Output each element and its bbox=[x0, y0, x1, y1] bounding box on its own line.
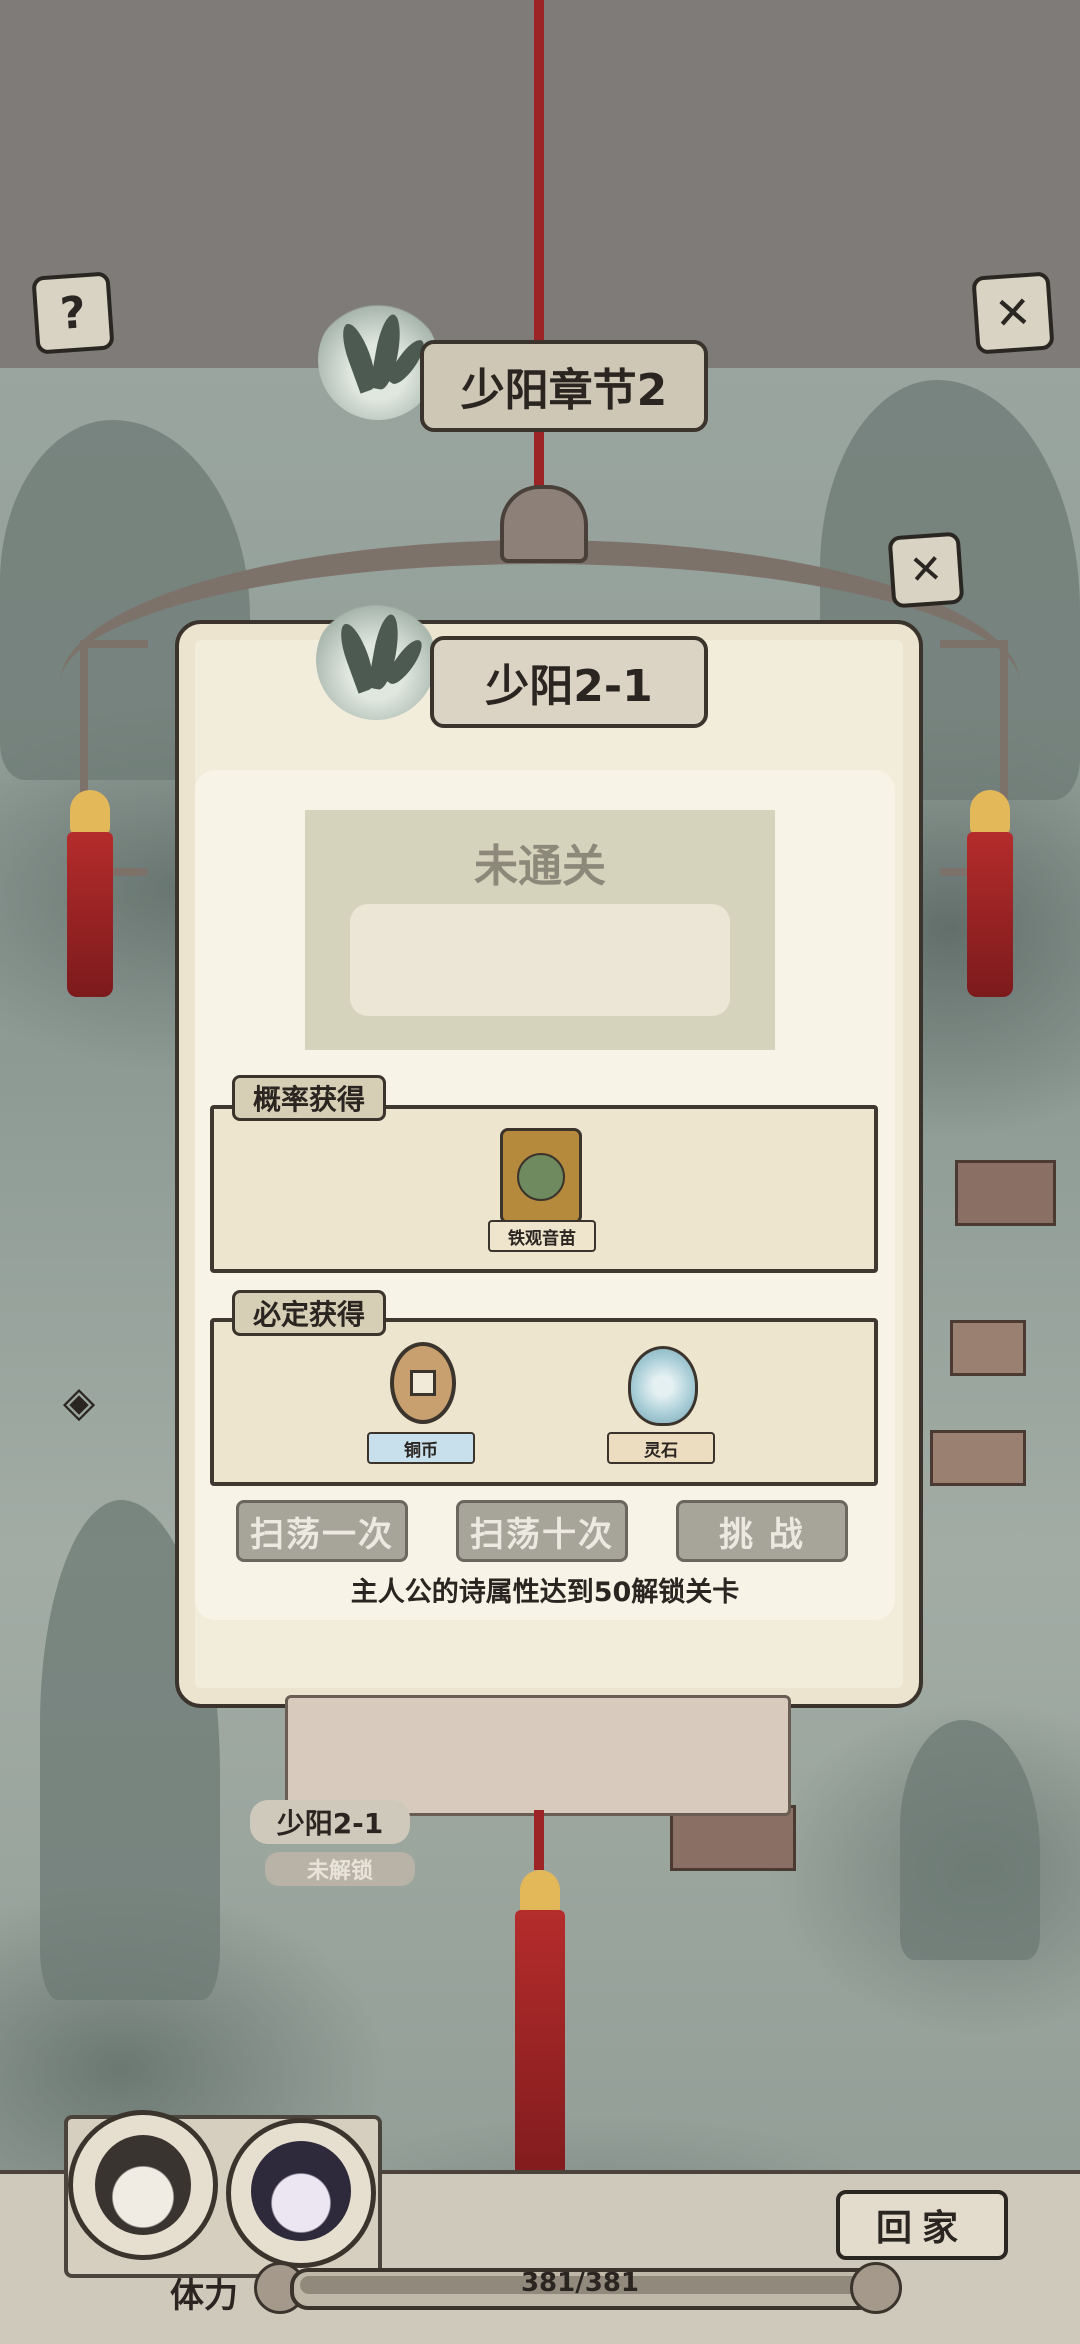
tassel-right bbox=[967, 832, 1013, 997]
left-arrow-icon[interactable]: ◈ bbox=[38, 1375, 120, 1427]
house-icon[interactable] bbox=[955, 1160, 1056, 1226]
guaranteed-rewards-label: 必定获得 bbox=[232, 1290, 387, 1336]
sweep-once-button[interactable]: 扫荡一次 bbox=[236, 1500, 408, 1562]
avatar-hero-male[interactable] bbox=[68, 2110, 218, 2260]
stamina-value: 381/381 bbox=[520, 2268, 640, 2298]
hanging-rope bbox=[534, 0, 544, 520]
challenge-button[interactable]: 挑 战 bbox=[676, 1500, 848, 1562]
help-button[interactable]: ? bbox=[31, 271, 115, 355]
tassel-bottom bbox=[515, 1910, 565, 2200]
stamina-label: 体力 bbox=[170, 2276, 238, 2316]
question-icon: ? bbox=[58, 286, 88, 340]
map-stage-label[interactable]: 少阳2-1 bbox=[250, 1800, 410, 1844]
avatar-hero-female[interactable] bbox=[226, 2118, 376, 2268]
home-button[interactable]: 回家 bbox=[836, 2190, 1008, 2260]
tea-seedling-icon[interactable] bbox=[500, 1128, 582, 1224]
reward-item-name: 铜币 bbox=[367, 1432, 475, 1464]
chance-rewards-label: 概率获得 bbox=[232, 1075, 387, 1121]
close-map-button[interactable]: ✕ bbox=[971, 271, 1055, 355]
map-stage-status: 未解锁 bbox=[265, 1852, 415, 1886]
hut-icon[interactable] bbox=[950, 1320, 1026, 1376]
bamboo-emblem-icon bbox=[316, 600, 436, 720]
tassel-cap bbox=[70, 790, 110, 834]
spirit-stone-icon[interactable] bbox=[628, 1346, 698, 1426]
x-icon: ✕ bbox=[907, 545, 945, 595]
tassel-cap bbox=[970, 790, 1010, 834]
copper-coin-icon[interactable] bbox=[390, 1342, 456, 1424]
unlock-hint: 主人公的诗属性达到50解锁关卡 bbox=[350, 1577, 740, 1608]
dialog-bottom-plate bbox=[285, 1695, 791, 1816]
guaranteed-rewards-box bbox=[210, 1318, 878, 1486]
x-icon: ✕ bbox=[992, 286, 1034, 340]
teapot-icon bbox=[850, 2262, 902, 2314]
reward-item-name: 灵石 bbox=[607, 1432, 715, 1464]
tassel-cap bbox=[520, 1870, 560, 1914]
roof-peak bbox=[500, 485, 588, 563]
hanging-rope bbox=[534, 1810, 544, 1870]
chapter-title: 少阳章节2 bbox=[420, 340, 708, 432]
tassel-left bbox=[67, 832, 113, 997]
reward-item-name: 铁观音苗 bbox=[488, 1220, 596, 1252]
stage-title: 少阳2-1 bbox=[430, 636, 708, 728]
stage-status-text: 未通关 bbox=[474, 841, 606, 892]
close-dialog-button[interactable]: ✕ bbox=[887, 531, 965, 609]
stage-status-field bbox=[350, 904, 730, 1016]
sweep-ten-button[interactable]: 扫荡十次 bbox=[456, 1500, 628, 1562]
hut-icon[interactable] bbox=[930, 1430, 1026, 1486]
